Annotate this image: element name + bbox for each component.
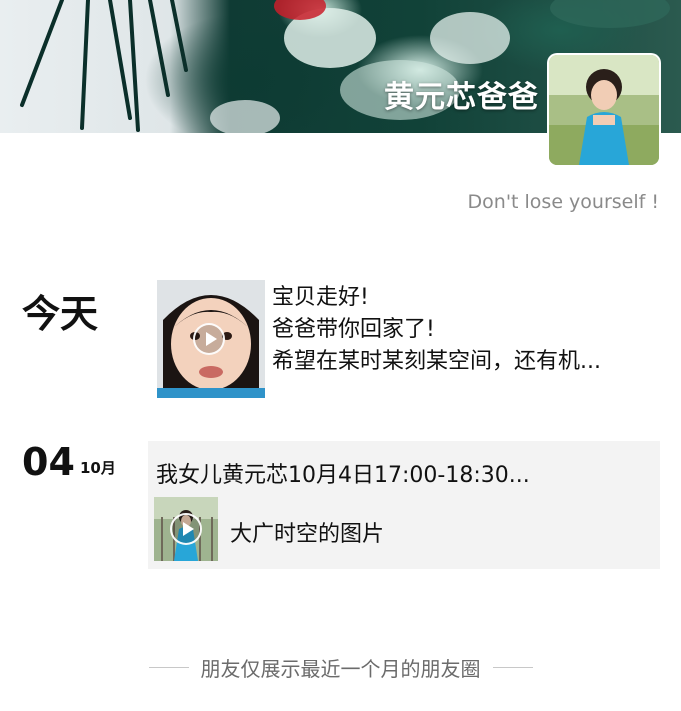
post-text-line: 希望在某时某刻某空间，还有机... bbox=[272, 349, 601, 374]
divider-line bbox=[492, 666, 533, 668]
play-icon[interactable] bbox=[170, 513, 202, 545]
post-text: 我女儿黄元芯10月4日17:00-18:30... bbox=[156, 463, 530, 488]
avatar[interactable] bbox=[549, 55, 659, 165]
date-today-label: 今天 bbox=[22, 292, 99, 336]
post-text-line: 宝贝走好! bbox=[272, 285, 369, 310]
post-text-line: 爸爸带你回家了! bbox=[272, 317, 435, 342]
avatar-photo bbox=[549, 55, 659, 165]
footer-text: 朋友仅展示最近一个月的朋友圈 bbox=[200, 656, 481, 681]
profile-name[interactable]: 黄元芯爸爸 bbox=[384, 72, 539, 116]
profile-signature: Don't lose yourself ! bbox=[467, 191, 659, 213]
play-icon[interactable] bbox=[193, 323, 225, 355]
post-video-thumbnail[interactable] bbox=[157, 280, 265, 398]
link-title: 大广时空的图片 bbox=[230, 522, 385, 547]
date-month: 10月 bbox=[80, 459, 116, 477]
divider-line bbox=[148, 666, 189, 668]
post-shared-link[interactable]: 我女儿黄元芯10月4日17:00-18:30... 大广时空的图片 bbox=[148, 441, 660, 569]
link-thumbnail[interactable] bbox=[154, 497, 218, 561]
footer-notice: 朋友仅展示最近一个月的朋友圈 bbox=[0, 652, 681, 682]
date-day: 04 bbox=[22, 440, 75, 484]
post-text[interactable]: 宝贝走好! 爸爸带你回家了! 希望在某时某刻某空间，还有机... bbox=[272, 282, 662, 378]
